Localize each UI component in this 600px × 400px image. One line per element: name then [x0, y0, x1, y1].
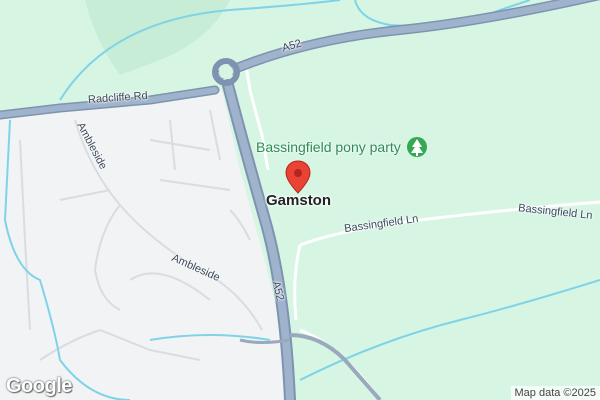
map-view[interactable]: A52 Radcliffe Rd Ambleside Ambleside A52… [0, 0, 600, 400]
place-label-gamston[interactable]: Gamston [266, 192, 331, 209]
google-logo: Google [6, 375, 72, 397]
park-tree-icon[interactable] [407, 137, 427, 157]
map-attribution[interactable]: Map data ©2025 [510, 386, 600, 400]
poi-label[interactable]: Bassingfield pony party [256, 139, 401, 155]
